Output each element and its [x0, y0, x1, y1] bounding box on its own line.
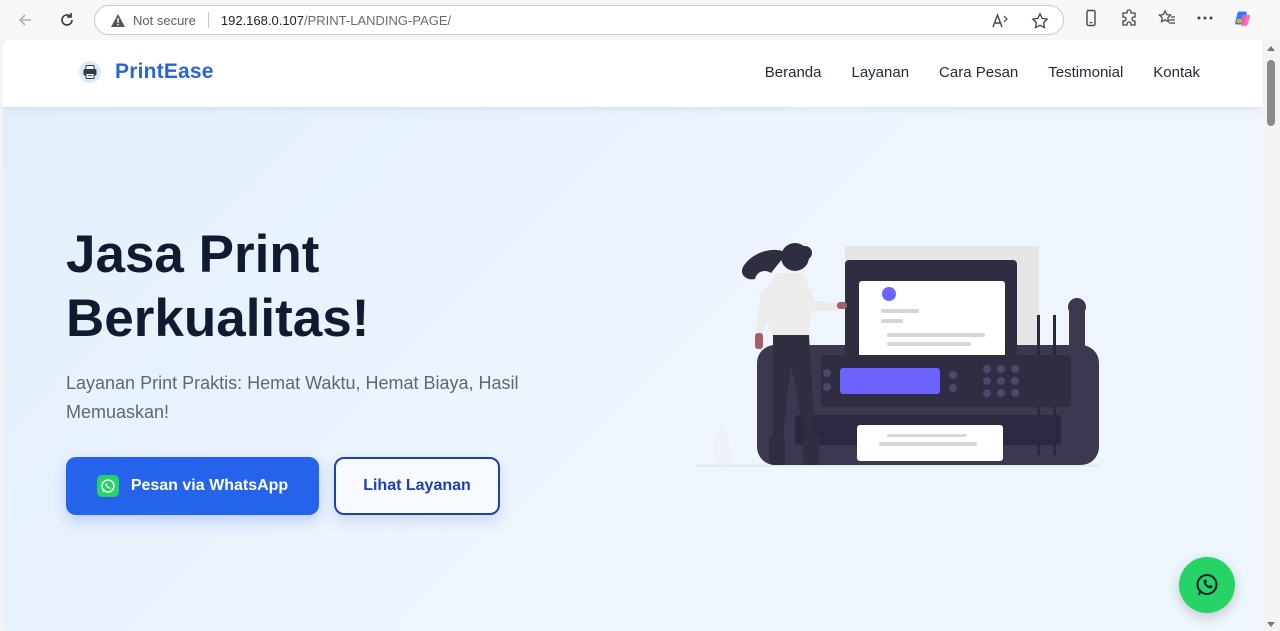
url-path[interactable]: /PRINT-LANDING-PAGE/	[304, 13, 451, 28]
url-host[interactable]: 192.168.0.107	[221, 13, 304, 28]
whatsapp-floating-button[interactable]	[1179, 557, 1235, 613]
hero-title-line-2: Berkualitas!	[66, 289, 370, 348]
hero-subtitle: Layanan Print Praktis: Hemat Waktu, Hema…	[66, 373, 519, 422]
nav-link-testimonial[interactable]: Testimonial	[1048, 64, 1123, 81]
hero-section: Jasa Print Berkualitas! Layanan Print Pr…	[3, 107, 1262, 631]
favorites-icon[interactable]	[1158, 9, 1176, 27]
view-services-button[interactable]: Lihat Layanan	[334, 457, 500, 515]
nav-link-cara-pesan[interactable]: Cara Pesan	[939, 64, 1018, 81]
order-whatsapp-label: Pesan via WhatsApp	[130, 477, 289, 494]
nav-link-beranda[interactable]: Beranda	[765, 64, 822, 81]
hero-title-line-1: Jasa Print	[66, 225, 320, 284]
back-icon	[18, 14, 31, 26]
copilot-icon[interactable]	[1234, 9, 1252, 27]
scroll-down-arrow-icon[interactable]	[1267, 622, 1275, 627]
printer-woman-illustration	[695, 243, 1101, 467]
brand-logo[interactable]: PrintEase	[79, 60, 214, 84]
reload-button[interactable]	[54, 7, 80, 33]
main-nav: Beranda Layanan Cara Pesan Testimonial K…	[765, 64, 1200, 81]
page-viewport: PrintEase Beranda Layanan Cara Pesan Tes…	[3, 40, 1262, 631]
brand-name: PrintEase	[115, 60, 214, 83]
extensions-icon[interactable]	[1120, 9, 1138, 27]
warning-icon	[111, 13, 125, 27]
scroll-up-arrow-icon[interactable]	[1267, 46, 1275, 51]
read-aloud-icon[interactable]	[991, 12, 1009, 30]
scroll-thumb[interactable]	[1267, 60, 1275, 126]
favorite-star-icon[interactable]	[1031, 12, 1049, 30]
browser-toolbar: Not secure 192.168.0.107 /PRINT-LANDING-…	[0, 0, 1280, 40]
nav-link-layanan[interactable]: Layanan	[851, 64, 909, 81]
whatsapp-icon	[96, 475, 119, 497]
security-label[interactable]: Not secure	[133, 13, 196, 28]
back-button[interactable]	[12, 7, 38, 33]
site-header: PrintEase Beranda Layanan Cara Pesan Tes…	[3, 40, 1262, 107]
more-icon[interactable]	[1196, 9, 1214, 27]
address-divider	[207, 12, 209, 28]
printer-logo-icon	[79, 61, 101, 83]
address-bar[interactable]: Not secure 192.168.0.107 /PRINT-LANDING-…	[94, 5, 1064, 35]
order-whatsapp-button[interactable]: Pesan via WhatsApp	[66, 457, 319, 515]
hero-title: Jasa Print Berkualitas!	[66, 223, 586, 351]
nav-link-kontak[interactable]: Kontak	[1153, 64, 1200, 81]
reload-icon	[61, 13, 73, 26]
phone-icon[interactable]	[1082, 9, 1100, 27]
whatsapp-fab-icon	[1196, 574, 1218, 596]
page-scrollbar[interactable]	[1262, 40, 1280, 631]
